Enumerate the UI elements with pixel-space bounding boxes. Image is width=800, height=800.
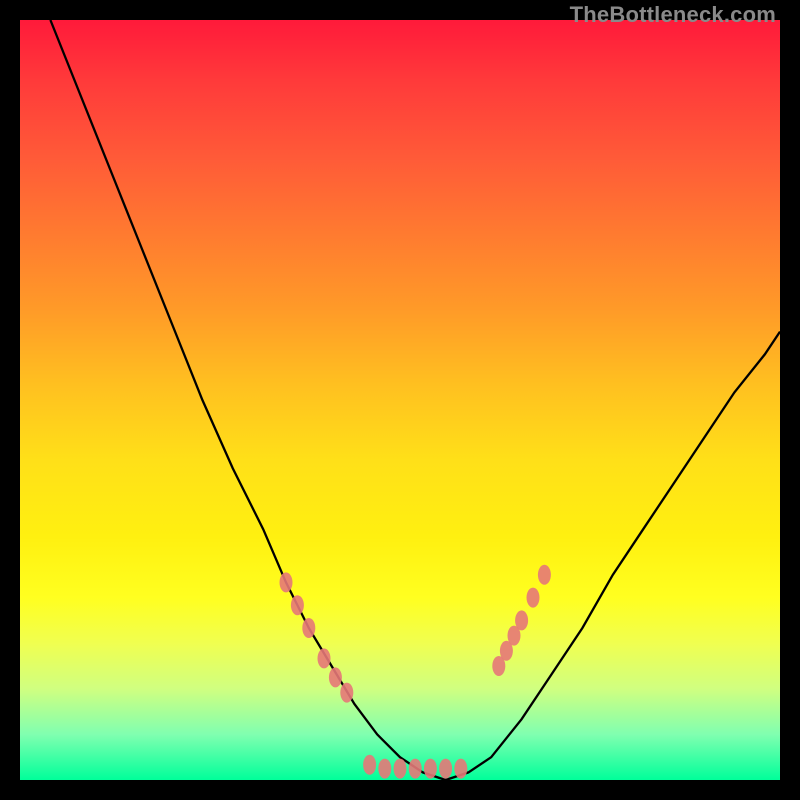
data-marker	[538, 565, 551, 585]
data-marker	[527, 588, 540, 608]
data-marker	[515, 610, 528, 630]
chart-svg	[20, 20, 780, 780]
marker-group	[280, 565, 551, 779]
data-marker	[363, 755, 376, 775]
plot-area	[20, 20, 780, 780]
data-marker	[378, 759, 391, 779]
data-marker	[454, 759, 467, 779]
data-marker	[409, 759, 422, 779]
data-marker	[280, 572, 293, 592]
watermark-label: TheBottleneck.com	[570, 2, 776, 28]
chart-container: TheBottleneck.com	[0, 0, 800, 800]
data-marker	[424, 759, 437, 779]
data-marker	[291, 595, 304, 615]
data-marker	[340, 683, 353, 703]
bottleneck-curve	[50, 20, 780, 780]
data-marker	[302, 618, 315, 638]
data-marker	[439, 759, 452, 779]
data-marker	[394, 759, 407, 779]
data-marker	[329, 667, 342, 687]
data-marker	[318, 648, 331, 668]
